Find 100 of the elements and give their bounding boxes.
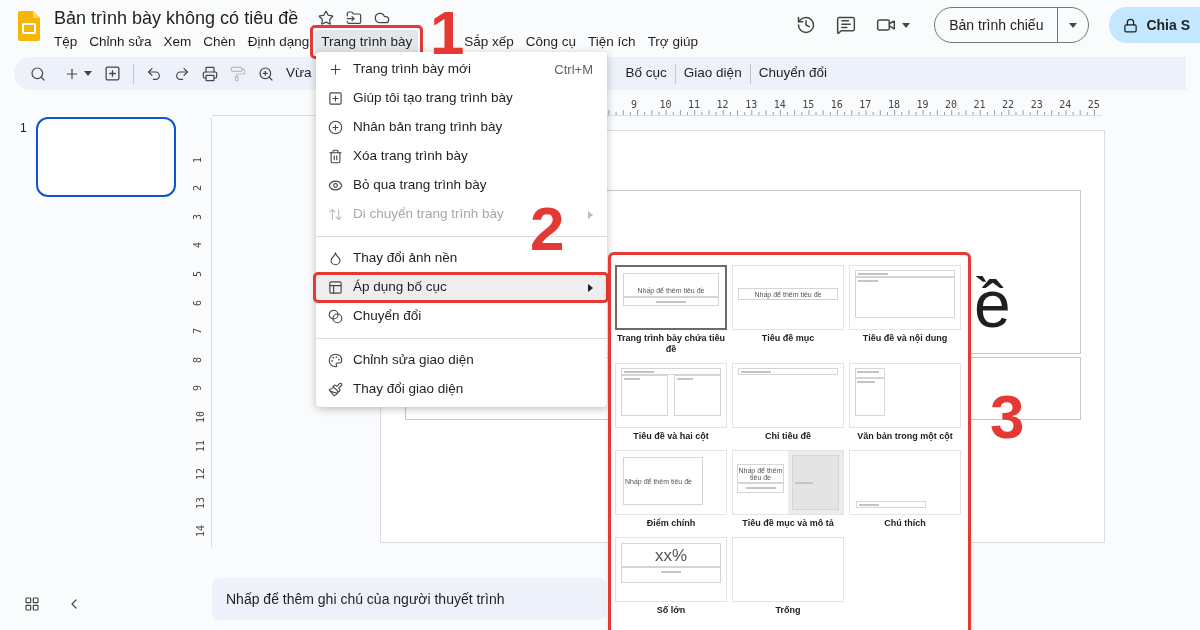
layout-thumbnail[interactable]	[732, 537, 844, 602]
ruler-number: 10	[196, 411, 206, 423]
menu-item[interactable]: Xóa trang trình bày	[316, 142, 607, 171]
tiny-text-line	[741, 370, 771, 373]
ruler-number: 5	[193, 271, 203, 277]
layout-label: Trống	[774, 605, 802, 616]
history-icon[interactable]	[796, 15, 817, 35]
tiny-text-line	[661, 571, 681, 573]
menu-item[interactable]: Chuyển đổi	[316, 302, 607, 331]
ruler-number: 12	[196, 468, 206, 481]
shortcut-text: Ctrl+M	[554, 60, 593, 79]
plus-icon	[328, 62, 343, 77]
ruler-number: 11	[688, 100, 701, 110]
speaker-notes-field[interactable]: Nhấp để thêm ghi chú của người thuyết trình	[212, 578, 606, 620]
menubar-item[interactable]: Tệp	[48, 30, 84, 55]
menu-item[interactable]: Thay đổi giao diện	[316, 375, 607, 404]
tiny-text-line	[795, 481, 813, 484]
redo-icon[interactable]	[174, 65, 190, 82]
up-down-arrows-icon	[328, 207, 343, 222]
star-icon[interactable]	[318, 10, 335, 26]
toolbar-button[interactable]: Giao diện	[675, 63, 750, 84]
undo-icon[interactable]	[146, 65, 162, 82]
layout-label: Chú thích	[883, 518, 927, 529]
layout-thumbnail[interactable]	[732, 363, 844, 428]
layout-label: Điểm chính	[645, 518, 697, 529]
layout-thumbnail[interactable]: xx%	[615, 537, 727, 602]
layout-label: Tiêu đề và nội dung	[861, 333, 949, 344]
step-number: 3	[990, 386, 1025, 448]
step-number: 2	[530, 198, 565, 260]
ruler-number: 3	[193, 213, 203, 220]
menubar-item[interactable]: Công cụ	[519, 30, 583, 55]
folder-icon[interactable]	[346, 10, 363, 26]
lock-icon	[1123, 17, 1139, 33]
ruler-number: 21	[973, 100, 986, 110]
printer-icon[interactable]	[202, 65, 218, 82]
menubar-item[interactable]: Trợ giúp	[641, 30, 704, 55]
menu-item[interactable]: Chỉnh sửa giao diện	[316, 346, 607, 375]
tiny-text-line	[656, 300, 686, 303]
caret-icon[interactable]	[902, 22, 911, 28]
caret-icon	[1069, 22, 1078, 28]
menubar-item[interactable]: Định dạng	[241, 30, 316, 55]
tiny-text-line	[624, 370, 654, 373]
circle-plus-icon	[328, 120, 343, 135]
slide-number: 1	[20, 120, 27, 137]
menu-item[interactable]: Giúp tôi tạo trang trình bày	[316, 84, 607, 113]
menubar-item[interactable]: Chỉnh sửa	[83, 30, 158, 55]
cloud-icon[interactable]	[374, 10, 391, 26]
tiny-text-line	[859, 503, 879, 506]
tiny-text-line	[858, 272, 888, 275]
ruler-number: 24	[1059, 100, 1072, 110]
layout-thumbnail[interactable]	[615, 363, 727, 428]
toolbar-button[interactable]: Bố cục	[617, 63, 675, 84]
ruler-number: 1	[193, 156, 203, 163]
menubar-item[interactable]: Chèn	[197, 30, 242, 55]
grid-view-icon[interactable]	[24, 596, 40, 612]
document-title[interactable]: Bản trình bày không có tiêu đề	[54, 9, 299, 27]
layout-thumbnail[interactable]	[849, 265, 961, 330]
ruler-number: 22	[1002, 100, 1015, 110]
ruler-number: 8	[193, 356, 203, 363]
ruler-number: 17	[859, 100, 872, 110]
zoom-dropdown[interactable]: Vừa	[286, 63, 312, 84]
menu-item[interactable]: Bỏ qua trang trình bày	[316, 171, 607, 200]
ruler-number: 13	[196, 496, 206, 509]
paintbrush-icon	[328, 382, 343, 397]
share-button[interactable]: Chia S	[1109, 7, 1200, 43]
ruler-number: 4	[193, 242, 203, 249]
menubar-item[interactable]: Xem	[157, 30, 198, 55]
menubar-item[interactable]: Tiện ích	[582, 30, 642, 55]
ruler-number: 11	[196, 439, 206, 452]
layout-thumbnail[interactable]	[849, 363, 961, 428]
tiny-text-line	[857, 371, 879, 373]
ruler-number: 9	[193, 385, 203, 392]
ruler-number: 13	[745, 100, 758, 110]
caret-icon[interactable]	[84, 71, 92, 76]
layout-thumbnail[interactable]	[849, 450, 961, 515]
tiny-text-line	[745, 487, 776, 489]
zoom-icon[interactable]	[258, 65, 274, 82]
layout-label: Văn bản trong một cột	[856, 431, 954, 442]
slide-thumbnail[interactable]	[35, 117, 176, 197]
tiny-text-line	[858, 280, 878, 282]
comment-icon[interactable]	[836, 15, 857, 35]
menubar-item[interactable]: Trang trình bày	[315, 30, 419, 55]
ruler-number: 18	[887, 100, 900, 110]
toolbar-button[interactable]: Chuyển đổi	[750, 63, 835, 84]
placeholder-text: xx%	[654, 546, 688, 564]
ruler-number: 7	[193, 328, 203, 335]
ruler-number: 19	[916, 100, 929, 110]
submenu-arrow-icon	[588, 210, 593, 219]
trash-icon	[328, 149, 343, 164]
ruler-number: 14	[773, 100, 786, 110]
ruler-number: 20	[945, 100, 958, 110]
layout-label: Tiêu đề mục và mô tả	[741, 518, 835, 529]
present-button[interactable]: Bản trình chiếu	[935, 8, 1058, 42]
menu-item[interactable]: Nhân bản trang trình bày	[316, 113, 607, 142]
palette-icon	[328, 353, 343, 368]
eye-icon	[328, 178, 343, 193]
new-slide-icon[interactable]	[104, 65, 121, 82]
layout-label: Số lớn	[655, 605, 687, 616]
submenu-arrow-icon	[588, 283, 593, 292]
search-icon[interactable]	[30, 65, 46, 82]
